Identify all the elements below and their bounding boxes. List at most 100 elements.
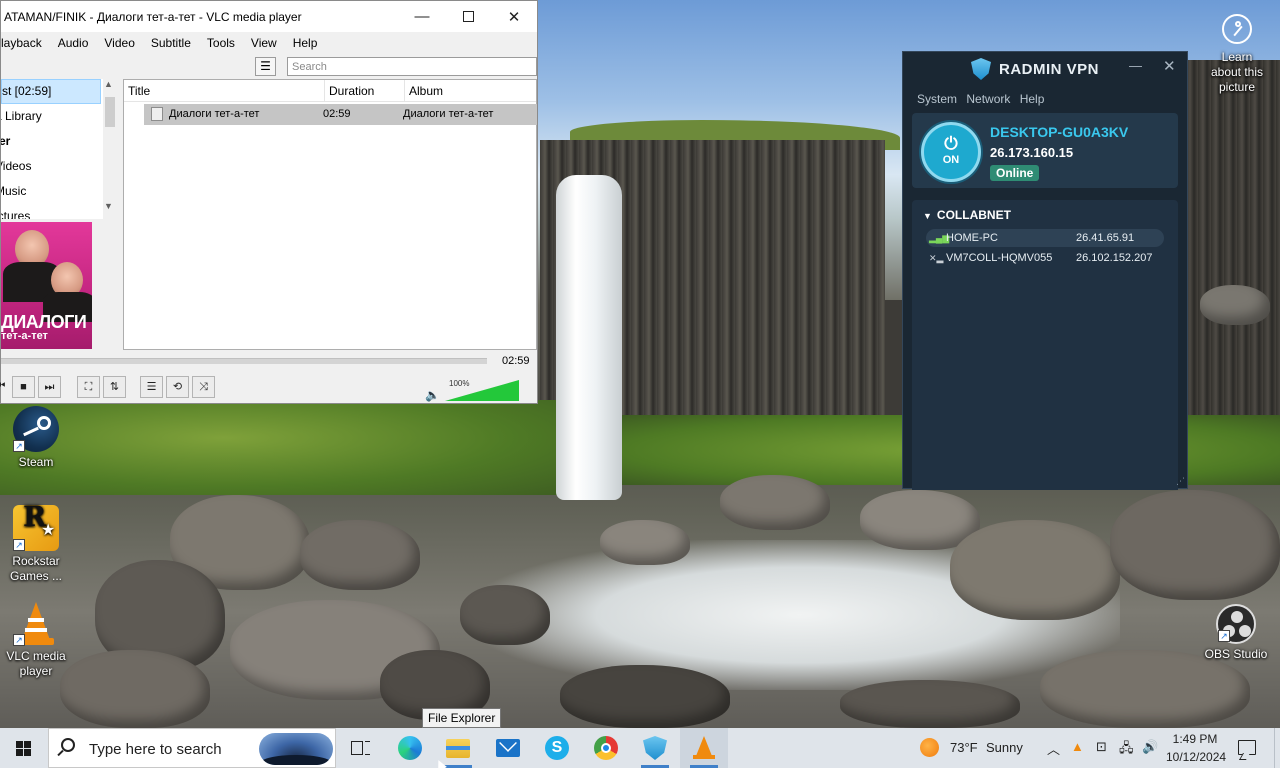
- playlist-header: Title Duration Album: [124, 80, 536, 102]
- task-view-button[interactable]: [336, 728, 384, 768]
- tray-device-icon[interactable]: ⊡: [1096, 739, 1107, 755]
- peer-ip: 26.41.65.91: [1076, 232, 1135, 244]
- desktop-icon-label: OBS Studio: [1204, 647, 1268, 661]
- tray-vlc-icon[interactable]: ▲: [1071, 739, 1084, 754]
- taskbar-vlc[interactable]: [680, 728, 728, 768]
- playlist-view-mode-button[interactable]: ☰: [255, 57, 276, 76]
- menu-help[interactable]: Help: [285, 36, 326, 50]
- radmin-shield-icon: [971, 58, 991, 80]
- fullscreen-button[interactable]: ⛶: [77, 376, 100, 398]
- search-highlight-image[interactable]: [259, 733, 333, 765]
- playlist-row[interactable]: Диалоги тет-а-тет 02:59 Диалоги тет-а-те…: [144, 104, 537, 125]
- obs-icon-dot: [1231, 611, 1243, 623]
- weather-sun-icon[interactable]: [920, 738, 939, 757]
- vlc-window: ATAMAN/FINIK - Диалоги тет-а-тет - VLC m…: [0, 0, 538, 404]
- notification-center-icon[interactable]: [1238, 740, 1256, 755]
- menu-playback[interactable]: layback: [1, 36, 50, 50]
- next-button[interactable]: ⏭: [38, 376, 61, 398]
- menu-audio[interactable]: Audio: [50, 36, 97, 50]
- network-name: COLLABNET: [936, 208, 1011, 222]
- extended-settings-button[interactable]: ⇅: [103, 376, 126, 398]
- vlc-titlebar[interactable]: ATAMAN/FINIK - Диалоги тет-а-тет - VLC m…: [1, 1, 537, 32]
- sidebar-group-my-computer[interactable]: ter: [1, 129, 103, 154]
- scroll-down-icon[interactable]: ▼: [104, 201, 113, 211]
- row-title: Диалоги тет-а-тет: [169, 108, 260, 120]
- minimize-button[interactable]: —: [399, 1, 445, 32]
- tooltip: File Explorer: [422, 708, 502, 728]
- weather-condition[interactable]: Sunny: [986, 740, 1023, 755]
- task-view-bars: [365, 741, 370, 755]
- desktop-icon-vlc[interactable]: ↗ VLC media player: [0, 600, 72, 679]
- stop-icon: ■: [20, 381, 27, 393]
- camera-info-stem: [1233, 25, 1243, 37]
- sidebar-item-my-music[interactable]: Music: [1, 179, 103, 204]
- taskbar-chrome[interactable]: [582, 728, 630, 768]
- clock-time[interactable]: 1:49 PM: [1166, 732, 1224, 746]
- scrollbar-thumb[interactable]: [105, 97, 115, 127]
- menu-view[interactable]: View: [243, 36, 285, 50]
- power-toggle-button[interactable]: ⏻ ON: [921, 122, 981, 182]
- radmin-menu-network[interactable]: Network: [966, 92, 1010, 106]
- maximize-button[interactable]: [445, 1, 491, 32]
- speaker-icon[interactable]: 🔈: [425, 388, 440, 402]
- resize-grip-icon[interactable]: ⋰: [1176, 476, 1185, 487]
- maximize-icon: [462, 11, 474, 22]
- camera-info-icon: [1222, 14, 1252, 44]
- start-button[interactable]: [0, 728, 48, 768]
- peer-row[interactable]: ▂▄▆ HOME-PC 26.41.65.91: [926, 229, 1164, 247]
- desktop-icon-obs[interactable]: ↗ OBS Studio: [1200, 604, 1272, 662]
- network-icon[interactable]: 🖧: [1119, 739, 1134, 761]
- menu-tools[interactable]: Tools: [199, 36, 243, 50]
- learn-about-picture[interactable]: Learn about this picture: [1205, 14, 1269, 95]
- volume-slider[interactable]: [445, 380, 519, 401]
- taskbar-search-box[interactable]: Type here to search: [48, 728, 336, 768]
- taskbar-radmin-vpn[interactable]: [631, 728, 679, 768]
- windows-logo-icon: [16, 741, 31, 756]
- previous-button[interactable]: ⏮: [0, 376, 12, 398]
- column-header-duration[interactable]: Duration: [325, 80, 405, 101]
- radmin-menu-system[interactable]: System: [917, 92, 957, 106]
- radmin-close-button[interactable]: ✕: [1163, 57, 1176, 75]
- playlist-table: Title Duration Album Диалоги тет-а-тет 0…: [123, 79, 537, 350]
- volume-icon[interactable]: 🔊: [1142, 739, 1158, 755]
- show-hidden-icons-chevron-icon[interactable]: ︿: [1047, 739, 1060, 758]
- stop-button[interactable]: ■: [12, 376, 35, 398]
- taskbar-mail[interactable]: [484, 728, 532, 768]
- scroll-up-icon[interactable]: ▲: [104, 79, 113, 89]
- close-button[interactable]: ✕: [491, 1, 537, 32]
- menu-video[interactable]: Video: [96, 36, 142, 50]
- vlc-cone-stripe: [25, 628, 47, 632]
- menu-subtitle[interactable]: Subtitle: [143, 36, 199, 50]
- show-desktop-button[interactable]: [1274, 728, 1280, 768]
- playlist-search-input[interactable]: [287, 57, 537, 76]
- radmin-minimize-button[interactable]: —: [1129, 58, 1142, 73]
- equalizer-icon: ⇅: [109, 381, 120, 393]
- column-header-title[interactable]: Title: [124, 80, 325, 101]
- peer-row[interactable]: ✕▂ VM7COLL-HQMV055 26.102.152.207: [926, 249, 1164, 267]
- clock-date[interactable]: 10/12/2024: [1166, 750, 1226, 764]
- weather-temperature[interactable]: 73°F: [950, 740, 978, 755]
- taskbar-skype[interactable]: S: [533, 728, 581, 768]
- sidebar-item-media-library[interactable]: a Library: [1, 104, 103, 129]
- taskbar-edge[interactable]: [386, 728, 434, 768]
- shuffle-button[interactable]: ⤨: [192, 376, 215, 398]
- loop-button[interactable]: ⟲: [166, 376, 189, 398]
- steam-icon-gear: [37, 416, 51, 430]
- rockstar-star-glyph: ★: [41, 522, 56, 539]
- vlc-cone-icon: ↗: [13, 600, 59, 646]
- radmin-hostname: DESKTOP-GU0A3KV: [990, 124, 1129, 140]
- obs-studio-icon: ↗: [1216, 604, 1256, 644]
- sidebar-item-my-pictures[interactable]: ictures: [1, 204, 103, 219]
- desktop-icon-steam[interactable]: ↗ Steam: [0, 406, 72, 470]
- seek-bar[interactable]: [1, 358, 487, 364]
- row-duration: 02:59: [323, 108, 351, 120]
- toggle-playlist-button[interactable]: ☰: [140, 376, 163, 398]
- wallpaper-rock: [460, 585, 550, 645]
- sidebar-scrollbar[interactable]: ▲ ▼: [103, 79, 117, 219]
- column-header-album[interactable]: Album: [405, 80, 536, 101]
- sidebar-item-my-videos[interactable]: Videos: [1, 154, 103, 179]
- sidebar-item-playlist[interactable]: st [02:59]: [1, 79, 101, 104]
- network-group-header[interactable]: ▼ COLLABNET: [923, 208, 1011, 222]
- desktop-icon-rockstar[interactable]: R ★ ↗ Rockstar Games ...: [0, 503, 72, 584]
- radmin-menu-help[interactable]: Help: [1020, 92, 1045, 106]
